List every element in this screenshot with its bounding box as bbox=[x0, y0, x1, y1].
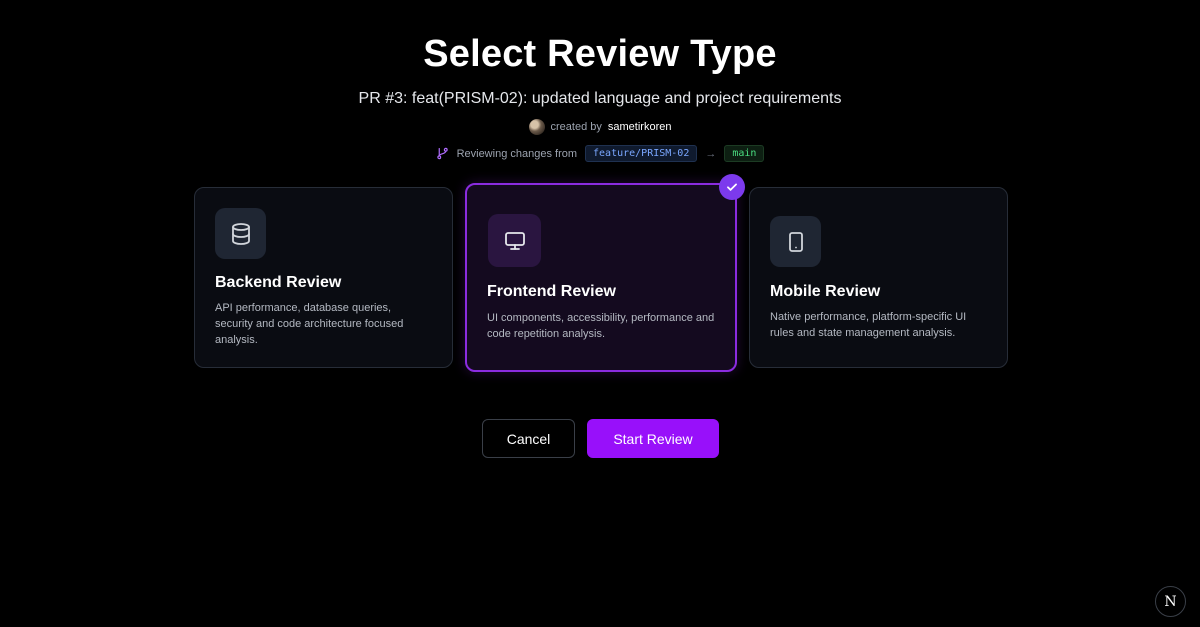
selected-check-icon bbox=[719, 174, 745, 200]
git-branch-icon bbox=[436, 147, 449, 160]
branch-row: Reviewing changes from feature/PRISM-02 … bbox=[0, 145, 1200, 162]
target-branch-chip: main bbox=[724, 145, 765, 162]
card-mobile-review[interactable]: Mobile Review Native performance, platfo… bbox=[749, 187, 1008, 368]
nextjs-logo-icon[interactable]: N bbox=[1155, 586, 1186, 617]
card-backend-review[interactable]: Backend Review API performance, database… bbox=[194, 187, 453, 368]
pr-subtitle: PR #3: feat(PRISM-02): updated language … bbox=[358, 90, 842, 107]
card-description: API performance, database queries, secur… bbox=[215, 302, 404, 346]
card-description: UI components, accessibility, performanc… bbox=[487, 312, 715, 340]
author-name: sametirkoren bbox=[607, 121, 672, 133]
card-title: Mobile Review bbox=[770, 283, 881, 300]
card-frontend-review[interactable]: Frontend Review UI components, accessibi… bbox=[465, 183, 737, 372]
branch-label: Reviewing changes from bbox=[456, 147, 578, 160]
page-title: Select Review Type bbox=[423, 33, 777, 75]
created-by-label: created by bbox=[550, 121, 602, 133]
source-branch-chip: feature/PRISM-02 bbox=[585, 145, 698, 162]
tablet-icon bbox=[770, 216, 821, 267]
author-row: created by sametirkoren bbox=[0, 119, 1200, 135]
branch-arrow: → bbox=[705, 147, 717, 160]
avatar bbox=[528, 119, 545, 135]
start-review-button[interactable]: Start Review bbox=[587, 419, 719, 458]
card-description: Native performance, platform-specific UI… bbox=[770, 311, 967, 339]
cancel-button[interactable]: Cancel bbox=[482, 419, 575, 458]
review-type-page: Select Review Type PR #3: feat(PRISM-02)… bbox=[0, 0, 1200, 627]
database-icon bbox=[215, 208, 266, 259]
monitor-icon bbox=[488, 214, 541, 267]
card-title: Frontend Review bbox=[487, 283, 616, 300]
card-title: Backend Review bbox=[215, 274, 342, 291]
